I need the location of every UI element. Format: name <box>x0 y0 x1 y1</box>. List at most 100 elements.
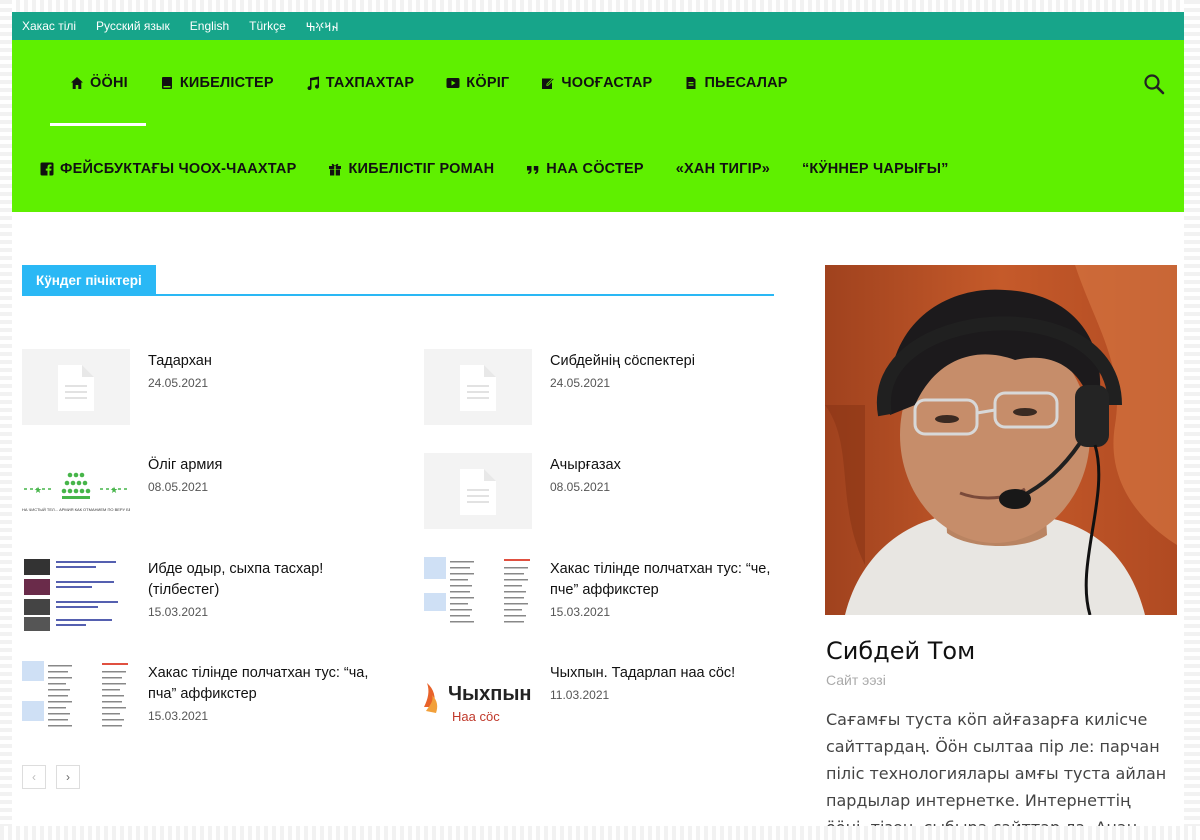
post-thumbnail[interactable] <box>22 557 130 633</box>
menu-item-video[interactable]: КӦРІГ <box>444 40 509 126</box>
prev-page-button[interactable]: ‹ <box>22 765 46 789</box>
pagination: ‹ › <box>22 765 90 789</box>
menu-label: «ХАН ТИГІР» <box>675 161 770 177</box>
menu-label: ТАХПАХТАР <box>325 75 415 91</box>
list-item: ★ ★ НА ЧИСТЫЙ ТЕЛ... АРМИЯ КАК ОТМАНИЕМ … <box>22 453 402 533</box>
frame-edge-bottom <box>0 826 1200 840</box>
menu-label: КИБЕЛІСТІГ РОМАН <box>348 161 495 177</box>
post-thumbnail[interactable]: ★ ★ НА ЧИСТЫЙ ТЕЛ... АРМИЯ КАК ОТМАНИЕМ … <box>22 453 130 529</box>
post-date: 15.03.2021 <box>148 709 209 723</box>
section-divider <box>22 294 774 296</box>
list-item: Хакас тілінде полчатхан тус: “ча, пча” а… <box>22 661 402 741</box>
menu-item-novel[interactable]: КИБЕЛІСТІГ РОМАН <box>326 126 494 212</box>
main-menu-row-2: ФЕЙСБУКТАҒЫ ЧООХ-ЧААХТАР КИБЕЛІСТІГ РОМА… <box>38 126 979 212</box>
list-item: Хакас тілінде полчатхан тус: “че, пче” а… <box>424 557 804 637</box>
menu-label: ПЬЕСАЛАР <box>704 75 788 91</box>
post-thumbnail[interactable] <box>424 349 532 425</box>
post-title[interactable]: Хакас тілінде полчатхан тус: “че, пче” а… <box>550 559 800 601</box>
menu-label: “КӰННЕР ЧАРЫҒЫ” <box>801 161 949 177</box>
post-date: 08.05.2021 <box>550 480 611 494</box>
post-date: 15.03.2021 <box>148 605 209 619</box>
post-thumbnail[interactable] <box>22 661 130 737</box>
author-name: Сибдей Том <box>826 637 976 665</box>
post-thumbnail[interactable] <box>424 557 532 633</box>
post-title[interactable]: Сибдейнің сӧспектері <box>550 351 800 372</box>
post-date: 15.03.2021 <box>550 605 611 619</box>
lang-old-turkic[interactable]: 𐰴𐰺𐰍𐰕 <box>306 18 339 35</box>
search-icon <box>1144 74 1165 95</box>
document-placeholder-icon <box>460 469 496 515</box>
menu-label: КӦРІГ <box>466 75 510 91</box>
music-icon <box>306 76 320 90</box>
post-thumbnail[interactable] <box>424 453 532 529</box>
play-icon <box>446 76 460 90</box>
post-title[interactable]: Чыхпын. Тадарлап наа сӧс! <box>550 663 800 684</box>
menu-item-stories[interactable]: ЧООҒАСТАР <box>539 40 652 126</box>
main-header: ӦӦНІ КИБЕЛІСТЕР ТАХПАХТАР КӦРІГ ЧООҒАСТА… <box>10 40 1188 212</box>
post-title[interactable]: Тадархан <box>148 351 398 372</box>
post-title[interactable]: Ачырғазах <box>550 455 800 476</box>
author-description: Сағамғы туста кӧп айғазарға килісче сайт… <box>826 710 1167 828</box>
svg-text:★: ★ <box>110 485 118 495</box>
menu-label: НАА СӦСТЕР <box>546 161 644 177</box>
author-photo <box>825 265 1177 615</box>
document-placeholder-icon <box>460 365 496 411</box>
thumbnail-heading: Чыхпын <box>448 683 532 705</box>
menu-item-facebook-posts[interactable]: ФЕЙСБУКТАҒЫ ЧООХ-ЧААХТАР <box>38 126 296 212</box>
list-item: Сибдейнің сӧспектері 24.05.2021 <box>424 349 804 429</box>
menu-label: ФЕЙСБУКТАҒЫ ЧООХ-ЧААХТАР <box>60 161 297 177</box>
menu-label: ӦӦНІ <box>90 75 128 91</box>
document-placeholder-icon <box>58 365 94 411</box>
language-bar: Хакас тілі Русский язык English Türkçe 𐰴… <box>10 12 1188 40</box>
svg-text:★: ★ <box>34 485 42 495</box>
thumbnail-caption: НА ЧИСТЫЙ ТЕЛ... АРМИЯ КАК ОТМАНИЕМ ПО В… <box>22 507 130 512</box>
post-title[interactable]: Ибде одыр, сыхпа тасхар! (тілбестег) <box>148 559 398 601</box>
author-role: Сайт ээзі <box>826 672 886 688</box>
list-item: Тадархан 24.05.2021 <box>22 349 402 429</box>
post-title[interactable]: Ӧліг армия <box>148 455 398 476</box>
menu-item-home[interactable]: ӦӦНІ <box>50 40 146 126</box>
list-item: Чыхпын Наа сӧс Чыхпын. Тадарлап наа сӧс!… <box>424 661 804 741</box>
frame-edge-top <box>0 0 1200 12</box>
lang-english[interactable]: English <box>190 19 229 33</box>
post-date: 24.05.2021 <box>550 376 611 390</box>
menu-label: КИБЕЛІСТЕР <box>179 75 274 91</box>
file-text-icon <box>684 76 698 90</box>
frame-edge-right <box>1184 0 1200 840</box>
frame-edge-left <box>0 0 12 840</box>
edit-icon <box>541 76 556 90</box>
gift-icon <box>328 162 342 176</box>
table-document-thumbnail-image <box>22 661 128 727</box>
menu-item-plays[interactable]: ПЬЕСАЛАР <box>682 40 787 126</box>
menu-item-new-words[interactable]: НАА СӦСТЕР <box>524 126 644 212</box>
menu-item-books[interactable]: КИБЕЛІСТЕР <box>158 40 274 126</box>
book-icon <box>160 76 174 90</box>
table-document-thumbnail-image <box>424 557 530 623</box>
post-date: 24.05.2021 <box>148 376 209 390</box>
home-icon <box>70 76 84 90</box>
post-title[interactable]: Хакас тілінде полчатхан тус: “ча, пча” а… <box>148 663 398 705</box>
page: Хакас тілі Русский язык English Türkçe 𐰴… <box>10 12 1188 828</box>
post-date: 11.03.2021 <box>550 688 610 702</box>
lang-russian[interactable]: Русский язык <box>96 19 170 33</box>
list-item: Ибде одыр, сыхпа тасхар! (тілбестег) 15.… <box>22 557 402 637</box>
main-menu-row-1: ӦӦНІ КИБЕЛІСТЕР ТАХПАХТАР КӦРІГ ЧООҒАСТА… <box>50 40 818 126</box>
lang-turkish[interactable]: Türkçe <box>249 19 286 33</box>
list-item: Ачырғазах 08.05.2021 <box>424 453 804 533</box>
post-thumbnail[interactable]: Чыхпын Наа сӧс <box>424 661 532 737</box>
menu-item-khan-tigir[interactable]: «ХАН ТИГІР» <box>674 126 770 212</box>
facebook-icon <box>40 162 54 176</box>
army-thumbnail-image: ★ ★ <box>24 472 128 499</box>
quote-icon <box>526 162 540 176</box>
lang-khakas[interactable]: Хакас тілі <box>22 19 76 33</box>
menu-item-kunner-charygy[interactable]: “КӰННЕР ЧАРЫҒЫ” <box>800 126 949 212</box>
section-title: Кӱндег пічіктері <box>22 265 156 295</box>
next-page-button[interactable]: › <box>56 765 80 789</box>
post-date: 08.05.2021 <box>148 480 209 494</box>
menu-label: ЧООҒАСТАР <box>561 75 653 91</box>
video-list-thumbnail-image <box>24 559 118 631</box>
menu-item-songs[interactable]: ТАХПАХТАР <box>304 40 415 126</box>
post-thumbnail[interactable] <box>22 349 130 425</box>
search-button[interactable] <box>1142 72 1166 96</box>
thumbnail-subheading: Наа сӧс <box>452 709 500 724</box>
